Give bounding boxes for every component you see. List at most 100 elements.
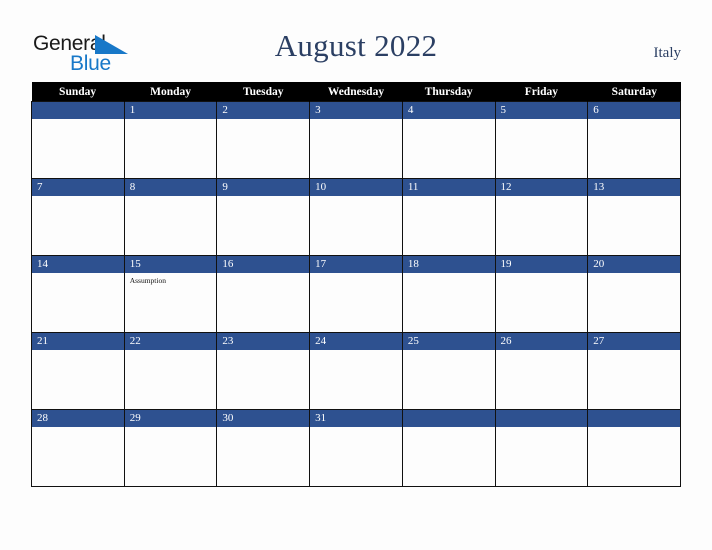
page-title: August 2022 <box>274 28 438 63</box>
day-cell[interactable] <box>401 409 496 487</box>
day-cell[interactable]: 4 <box>401 101 496 179</box>
date-number: 2 <box>217 102 310 119</box>
event-area <box>32 273 124 276</box>
day-cell[interactable]: 9 <box>216 178 311 256</box>
date-number: 12 <box>495 179 588 196</box>
event-area <box>403 427 495 430</box>
event-area <box>217 273 309 276</box>
date-number: 23 <box>217 333 310 350</box>
day-cell[interactable]: 21 <box>31 332 125 410</box>
dow-thursday: Thursday <box>402 82 496 102</box>
day-cell[interactable]: 24 <box>309 332 403 410</box>
event-area <box>310 119 402 122</box>
date-number: 20 <box>588 256 680 273</box>
date-number: 7 <box>32 179 124 196</box>
dow-sunday: Sunday <box>31 82 125 102</box>
day-cell[interactable]: 5 <box>494 101 589 179</box>
dow-wednesday: Wednesday <box>309 82 403 102</box>
week-row: 21 22 23 24 25 26 27 <box>31 332 681 410</box>
calendar-grid: Sunday Monday Tuesday Wednesday Thursday… <box>31 82 681 487</box>
calendar-header: Sunday Monday Tuesday Wednesday Thursday… <box>31 82 681 102</box>
day-cell[interactable] <box>587 409 681 487</box>
day-cell[interactable]: 1 <box>123 101 218 179</box>
day-cell[interactable]: 14 <box>31 255 125 333</box>
day-cell[interactable]: 25 <box>401 332 496 410</box>
event-area <box>310 196 402 199</box>
day-cell[interactable]: 16 <box>216 255 311 333</box>
date-number: 14 <box>32 256 124 273</box>
event-area <box>217 119 309 122</box>
country-label: Italy <box>653 45 682 61</box>
day-cell[interactable]: 7 <box>31 178 125 256</box>
event-area <box>496 196 588 199</box>
date-number: 22 <box>124 333 217 350</box>
event-area <box>32 427 124 430</box>
day-cell[interactable] <box>31 101 125 179</box>
day-cell[interactable]: 8 <box>123 178 218 256</box>
date-number: 19 <box>495 256 588 273</box>
week-row: 1 2 3 4 5 6 <box>31 101 681 179</box>
date-number: 10 <box>310 179 402 196</box>
date-number: 15 <box>124 256 217 273</box>
week-row: 14 15 Assumption 16 17 18 19 20 <box>31 255 681 333</box>
event-area <box>588 119 680 122</box>
event-area <box>217 350 309 353</box>
date-number: 5 <box>495 102 588 119</box>
day-cell[interactable]: 3 <box>309 101 403 179</box>
page-header: General Blue August 2022 Italy <box>0 0 712 82</box>
event-area <box>125 119 217 122</box>
day-cell[interactable]: 20 <box>587 255 681 333</box>
week-row: 28 29 30 31 <box>31 409 681 487</box>
day-cell[interactable]: 12 <box>494 178 589 256</box>
day-cell[interactable]: 2 <box>216 101 311 179</box>
date-number: 25 <box>402 333 495 350</box>
day-of-week-row: Sunday Monday Tuesday Wednesday Thursday… <box>31 82 681 102</box>
event-area <box>403 273 495 276</box>
day-cell[interactable]: 27 <box>587 332 681 410</box>
week-row: 7 8 9 10 11 12 13 <box>31 178 681 256</box>
day-cell[interactable]: 6 <box>587 101 681 179</box>
day-cell[interactable]: 28 <box>31 409 125 487</box>
date-number: 27 <box>588 333 680 350</box>
date-number: 21 <box>32 333 124 350</box>
day-cell[interactable]: 17 <box>309 255 403 333</box>
event-area <box>310 350 402 353</box>
event-area <box>496 273 588 276</box>
date-number <box>495 410 588 427</box>
event-area <box>125 427 217 430</box>
day-cell[interactable]: 31 <box>309 409 403 487</box>
dow-tuesday: Tuesday <box>216 82 311 102</box>
day-cell[interactable]: 22 <box>123 332 218 410</box>
dow-saturday: Saturday <box>587 82 681 102</box>
event-area <box>217 427 309 430</box>
date-number: 9 <box>217 179 310 196</box>
date-number: 28 <box>32 410 124 427</box>
day-cell[interactable] <box>494 409 589 487</box>
day-cell[interactable]: 15 Assumption <box>123 255 218 333</box>
date-number: 18 <box>402 256 495 273</box>
event-area <box>496 350 588 353</box>
dow-friday: Friday <box>495 82 589 102</box>
date-number: 31 <box>310 410 402 427</box>
date-number: 1 <box>124 102 217 119</box>
event-area <box>496 119 588 122</box>
event-area <box>403 350 495 353</box>
day-cell[interactable]: 11 <box>401 178 496 256</box>
date-number: 26 <box>495 333 588 350</box>
event-area <box>310 427 402 430</box>
event-area <box>32 119 124 122</box>
day-cell[interactable]: 13 <box>587 178 681 256</box>
day-cell[interactable]: 29 <box>123 409 218 487</box>
day-cell[interactable]: 19 <box>494 255 589 333</box>
day-cell[interactable]: 10 <box>309 178 403 256</box>
day-cell[interactable]: 30 <box>216 409 311 487</box>
event-area <box>125 350 217 353</box>
date-number: 29 <box>124 410 217 427</box>
day-cell[interactable]: 23 <box>216 332 311 410</box>
day-cell[interactable]: 26 <box>494 332 589 410</box>
event-area <box>217 196 309 199</box>
date-number <box>402 410 495 427</box>
day-cell[interactable]: 18 <box>401 255 496 333</box>
event-area <box>32 196 124 199</box>
date-number <box>32 102 124 119</box>
